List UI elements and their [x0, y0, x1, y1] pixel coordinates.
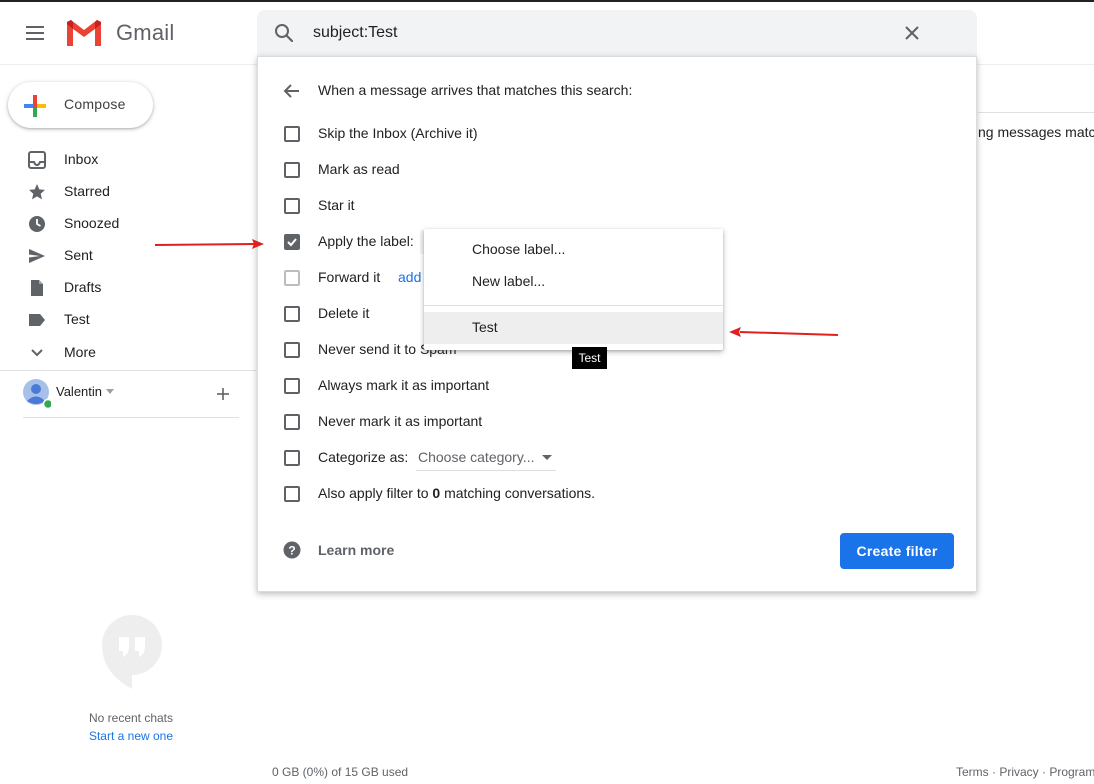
- sidebar-item-label: Drafts: [64, 279, 102, 295]
- search-input[interactable]: subject:Test: [313, 24, 397, 42]
- top-border: [0, 0, 1094, 2]
- menu-item-choose-label[interactable]: Choose label...: [424, 235, 723, 265]
- filter-option-star[interactable]: Star it: [258, 188, 978, 224]
- sidebar-item-more[interactable]: More: [0, 337, 250, 369]
- clock-icon: [28, 215, 46, 233]
- add-forwarding-link[interactable]: add: [398, 269, 421, 285]
- forward-checkbox[interactable]: [284, 270, 300, 286]
- option-label: Delete it: [318, 305, 370, 321]
- footer-links[interactable]: Terms · Privacy · Program: [956, 765, 1094, 779]
- storage-usage: 0 GB (0%) of 15 GB used: [272, 765, 409, 779]
- option-label: Always mark it as important: [318, 377, 490, 393]
- label-dropdown-menu: Choose label... New label... Test: [424, 229, 723, 350]
- filter-option-apply-existing[interactable]: Also apply filter to 0 matching conversa…: [258, 476, 978, 512]
- filter-option-categorize[interactable]: Categorize as: Choose category...: [258, 440, 978, 476]
- category-select[interactable]: Choose category...: [416, 449, 556, 471]
- sidebar-item-starred[interactable]: Starred: [0, 176, 250, 208]
- option-label: Also apply filter to 0 matching conversa…: [318, 485, 596, 501]
- gmail-wordmark: Gmail: [116, 20, 175, 45]
- search-icon[interactable]: [274, 23, 294, 43]
- option-label: Star it: [318, 197, 355, 213]
- categorize-checkbox[interactable]: [284, 450, 300, 466]
- create-filter-button[interactable]: Create filter: [840, 533, 954, 569]
- sidebar-item-drafts[interactable]: Drafts: [0, 272, 250, 304]
- sidebar-item-label: Starred: [64, 183, 110, 199]
- inbox-icon: [28, 151, 46, 169]
- always-important-checkbox[interactable]: [284, 378, 300, 394]
- menu-item-new-label[interactable]: New label...: [424, 267, 723, 297]
- checkmark-icon: [287, 238, 297, 247]
- sidebar-item-label: Inbox: [64, 151, 99, 167]
- option-label: Mark as read: [318, 161, 400, 177]
- category-select-value: Choose category...: [418, 449, 535, 465]
- caret-down-icon[interactable]: [106, 389, 114, 394]
- close-icon[interactable]: [901, 22, 923, 44]
- plus-icon: [22, 93, 48, 119]
- apply-label-checkbox[interactable]: [284, 234, 300, 250]
- compose-label: Compose: [64, 96, 126, 112]
- sidebar-divider: [0, 370, 256, 371]
- main-menu-icon[interactable]: [22, 22, 48, 44]
- send-icon: [28, 247, 46, 265]
- svg-text:?: ?: [288, 544, 295, 558]
- search-bar[interactable]: subject:Test: [257, 10, 977, 56]
- chevron-down-icon: [28, 344, 46, 362]
- delete-checkbox[interactable]: [284, 306, 300, 322]
- hangouts-divider: [23, 417, 239, 418]
- mark-read-checkbox[interactable]: [284, 162, 300, 178]
- option-label: Forward it: [318, 269, 381, 285]
- annotation-arrow-right-icon: [150, 236, 270, 252]
- never-important-checkbox[interactable]: [284, 414, 300, 430]
- background-divider: [978, 112, 1094, 113]
- filter-option-never-important[interactable]: Never mark it as important: [258, 404, 978, 440]
- hangouts-icon: [102, 615, 162, 689]
- menu-divider: [424, 305, 723, 306]
- no-chats-text: No recent chats: [88, 711, 174, 725]
- sidebar-item-inbox[interactable]: Inbox: [0, 144, 250, 176]
- star-checkbox[interactable]: [284, 198, 300, 214]
- filter-option-skip-inbox[interactable]: Skip the Inbox (Archive it): [258, 116, 978, 152]
- option-label: Skip the Inbox (Archive it): [318, 125, 478, 141]
- skip-inbox-checkbox[interactable]: [284, 126, 300, 142]
- start-chat-link[interactable]: Start a new one: [0, 729, 262, 743]
- apply-existing-checkbox[interactable]: [284, 486, 300, 502]
- caret-down-icon: [542, 455, 552, 460]
- compose-button[interactable]: Compose: [8, 82, 153, 128]
- option-label: Apply the label:: [318, 233, 414, 249]
- avatar[interactable]: [23, 379, 51, 409]
- filter-option-always-important[interactable]: Always mark it as important: [258, 368, 978, 404]
- annotation-arrow-left-icon: [726, 326, 842, 340]
- add-icon[interactable]: [215, 386, 231, 402]
- learn-more-link[interactable]: Learn more: [318, 542, 394, 558]
- tooltip: Test: [572, 347, 607, 369]
- option-label: Categorize as:: [318, 449, 409, 465]
- sidebar-item-test[interactable]: Test: [0, 304, 250, 336]
- option-label: Never mark it as important: [318, 413, 483, 429]
- label-icon: [28, 311, 46, 329]
- account-name[interactable]: Valentin: [56, 384, 102, 399]
- star-icon: [28, 183, 46, 201]
- draft-icon: [28, 279, 46, 297]
- menu-item-test-label[interactable]: Test: [424, 312, 723, 344]
- back-arrow-icon[interactable]: [283, 82, 301, 100]
- help-icon[interactable]: ?: [283, 541, 301, 559]
- never-spam-checkbox[interactable]: [284, 342, 300, 358]
- gmail-logo-icon[interactable]: [65, 18, 103, 48]
- sidebar-item-label: Sent: [64, 247, 93, 263]
- sidebar-item-label: More: [64, 344, 96, 360]
- filter-option-mark-read[interactable]: Mark as read: [258, 152, 978, 188]
- sidebar-item-label: Test: [64, 311, 90, 327]
- background-match-text: ng messages matc: [978, 124, 1094, 140]
- sidebar-item-label: Snoozed: [64, 215, 120, 231]
- filter-heading: When a message arrives that matches this…: [318, 82, 633, 98]
